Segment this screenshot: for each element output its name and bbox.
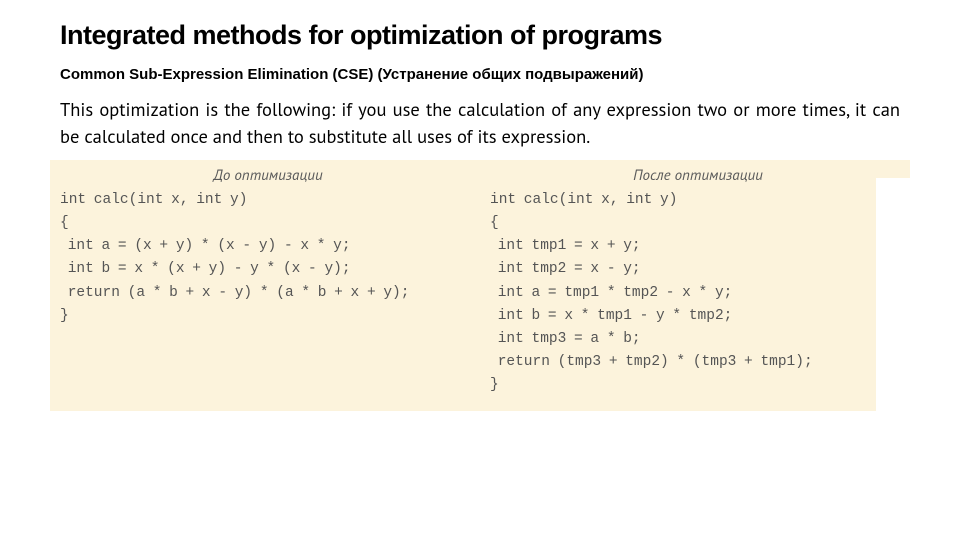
before-code: int calc(int x, int y) { int a = (x + y)… <box>60 189 476 328</box>
section-subtitle: Common Sub-Expression Elimination (CSE) … <box>60 65 900 85</box>
body-text: This optimization is the following: if y… <box>60 97 900 150</box>
after-header: После оптимизации <box>490 166 906 185</box>
overlay <box>876 178 910 412</box>
before-header: До оптимизации <box>60 166 476 185</box>
after-column: После оптимизации int calc(int x, int y)… <box>480 166 910 398</box>
code-comparison-block: До оптимизации int calc(int x, int y) { … <box>50 160 910 412</box>
page-title: Integrated methods for optimization of p… <box>60 20 900 51</box>
before-column: До оптимизации int calc(int x, int y) { … <box>50 166 480 398</box>
after-code: int calc(int x, int y) { int tmp1 = x + … <box>490 189 906 398</box>
